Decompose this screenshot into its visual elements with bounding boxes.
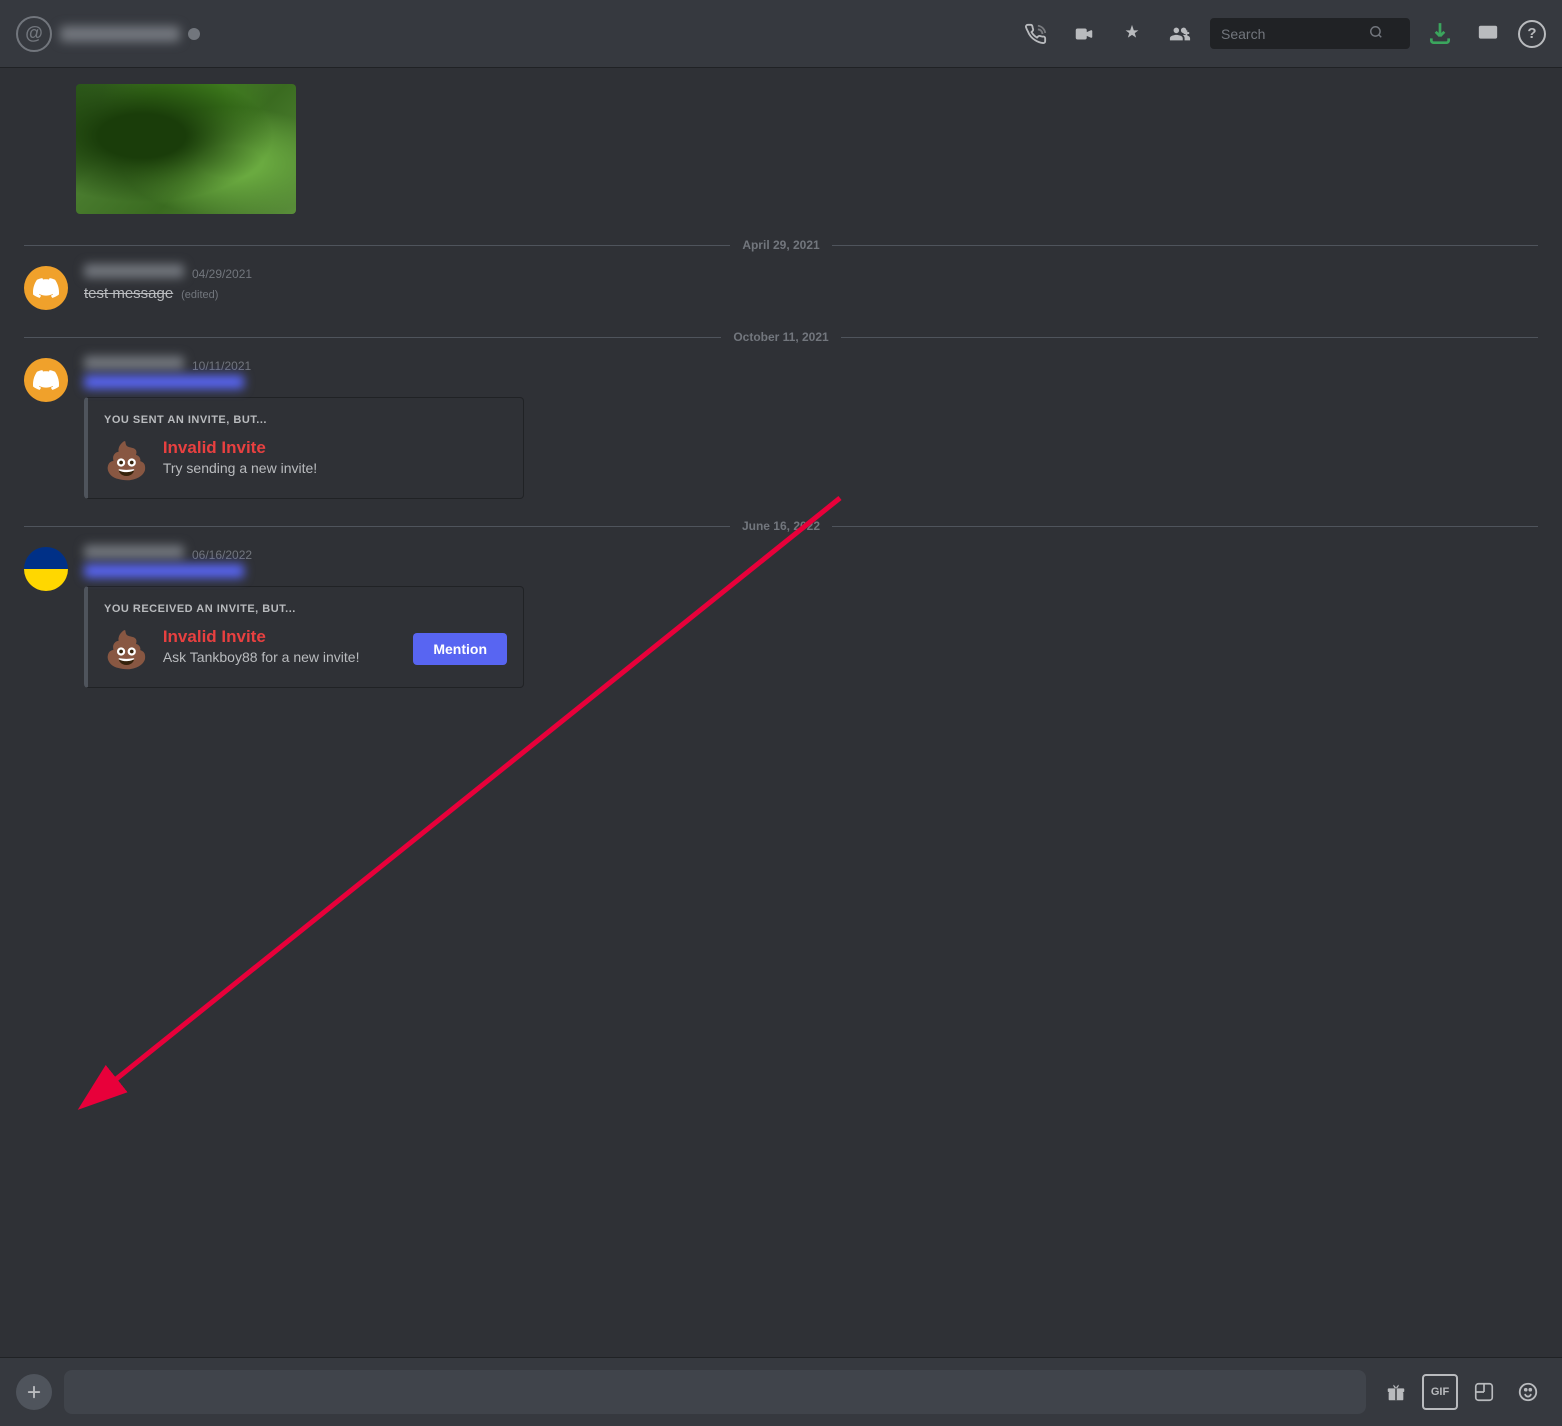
- username-3: [84, 545, 184, 559]
- gif-button[interactable]: GIF: [1422, 1374, 1458, 1410]
- invite-info-sent: Invalid Invite Try sending a new invite!: [163, 438, 317, 476]
- image-texture: [76, 84, 296, 214]
- invite-desc-received: Ask Tankboy88 for a new invite!: [163, 649, 360, 665]
- message-row-1: 04/29/2021 test message (edited): [0, 260, 1562, 314]
- nav-right: ?: [1018, 16, 1546, 52]
- message-header-1: 04/29/2021: [84, 264, 1538, 281]
- avatar-1: [24, 266, 68, 310]
- avatar-2: [24, 358, 68, 402]
- invite-card-title-sent: YOU SENT AN INVITE, BUT...: [104, 414, 507, 426]
- sticker-icon[interactable]: [1466, 1374, 1502, 1410]
- nav-left: @: [16, 16, 1018, 52]
- message-link-3: [84, 564, 244, 578]
- divider-line-left-3: [24, 526, 730, 527]
- add-friend-icon[interactable]: [1162, 16, 1198, 52]
- message-content-3: 06/16/2022 YOU RECEIVED AN INVITE, BUT..…: [84, 545, 1538, 688]
- gift-icon[interactable]: [1378, 1374, 1414, 1410]
- poop-icon-received: 💩: [104, 629, 149, 671]
- message-content-2: 10/11/2021 YOU SENT AN INVITE, BUT... 💩 …: [84, 356, 1538, 499]
- chat-area: April 29, 2021 04/29/2021 test message (…: [0, 68, 1562, 1357]
- message-link-2: [84, 375, 244, 389]
- message-input[interactable]: [64, 1370, 1366, 1414]
- divider-line-right-3: [832, 526, 1538, 527]
- divider-line-left: [24, 245, 730, 246]
- date-divider-2: October 11, 2021: [24, 330, 1538, 344]
- poop-icon-sent: 💩: [104, 440, 149, 482]
- pin-icon[interactable]: [1114, 16, 1150, 52]
- timestamp-3: 06/16/2022: [192, 548, 252, 562]
- nav-status-dot: [188, 28, 200, 40]
- search-bar[interactable]: [1210, 18, 1410, 49]
- message-header-2: 10/11/2021: [84, 356, 1538, 373]
- divider-line-right: [832, 245, 1538, 246]
- add-button[interactable]: [16, 1374, 52, 1410]
- video-icon[interactable]: [1066, 16, 1102, 52]
- date-divider-3: June 16, 2022: [24, 519, 1538, 533]
- input-right-icons: GIF: [1378, 1374, 1546, 1410]
- download-icon[interactable]: [1422, 16, 1458, 52]
- message-row-3: 06/16/2022 YOU RECEIVED AN INVITE, BUT..…: [0, 541, 1562, 692]
- invite-card-body-sent: 💩 Invalid Invite Try sending a new invit…: [104, 438, 507, 482]
- message-content-1: 04/29/2021 test message (edited): [84, 264, 1538, 304]
- invite-card-title-received: YOU RECEIVED AN INVITE, BUT...: [104, 603, 507, 615]
- at-icon[interactable]: @: [16, 16, 52, 52]
- search-input[interactable]: [1221, 26, 1361, 42]
- mention-button[interactable]: Mention: [413, 633, 507, 665]
- input-bar: GIF: [0, 1357, 1562, 1426]
- timestamp-2: 10/11/2021: [192, 359, 251, 373]
- phone-icon[interactable]: [1018, 16, 1054, 52]
- invite-name-received: Invalid Invite: [163, 627, 360, 647]
- date-divider-1: April 29, 2021: [24, 238, 1538, 252]
- date-label-3: June 16, 2022: [742, 519, 820, 533]
- emoji-icon[interactable]: [1510, 1374, 1546, 1410]
- search-icon: [1369, 25, 1383, 42]
- date-label-1: April 29, 2021: [742, 238, 819, 252]
- top-nav: @: [0, 0, 1562, 68]
- invite-card-body-received: 💩 Invalid Invite Ask Tankboy88 for a new…: [104, 627, 507, 671]
- edited-label-1: (edited): [181, 289, 218, 301]
- invite-desc-sent: Try sending a new invite!: [163, 460, 317, 476]
- date-label-2: October 11, 2021: [733, 330, 828, 344]
- top-image: [76, 84, 296, 214]
- message-row-2: 10/11/2021 YOU SENT AN INVITE, BUT... 💩 …: [0, 352, 1562, 503]
- divider-line-right-2: [841, 337, 1538, 338]
- invite-card-received: YOU RECEIVED AN INVITE, BUT... 💩 Invalid…: [84, 586, 524, 688]
- message-text-strike: test message: [84, 285, 173, 302]
- invite-info-received: Invalid Invite Ask Tankboy88 for a new i…: [163, 627, 360, 665]
- username-1: [84, 264, 184, 278]
- divider-line-left-2: [24, 337, 721, 338]
- message-header-3: 06/16/2022: [84, 545, 1538, 562]
- monitor-icon[interactable]: [1470, 16, 1506, 52]
- message-text-1: test message (edited): [84, 283, 1538, 304]
- invite-card-sent: YOU SENT AN INVITE, BUT... 💩 Invalid Inv…: [84, 397, 524, 499]
- nav-username: [60, 26, 180, 42]
- avatar-3: [24, 547, 68, 591]
- help-icon[interactable]: ?: [1518, 20, 1546, 48]
- username-2: [84, 356, 184, 370]
- invite-card-left: 💩 Invalid Invite Ask Tankboy88 for a new…: [104, 627, 399, 671]
- invite-name-sent: Invalid Invite: [163, 438, 317, 458]
- timestamp-1: 04/29/2021: [192, 267, 252, 281]
